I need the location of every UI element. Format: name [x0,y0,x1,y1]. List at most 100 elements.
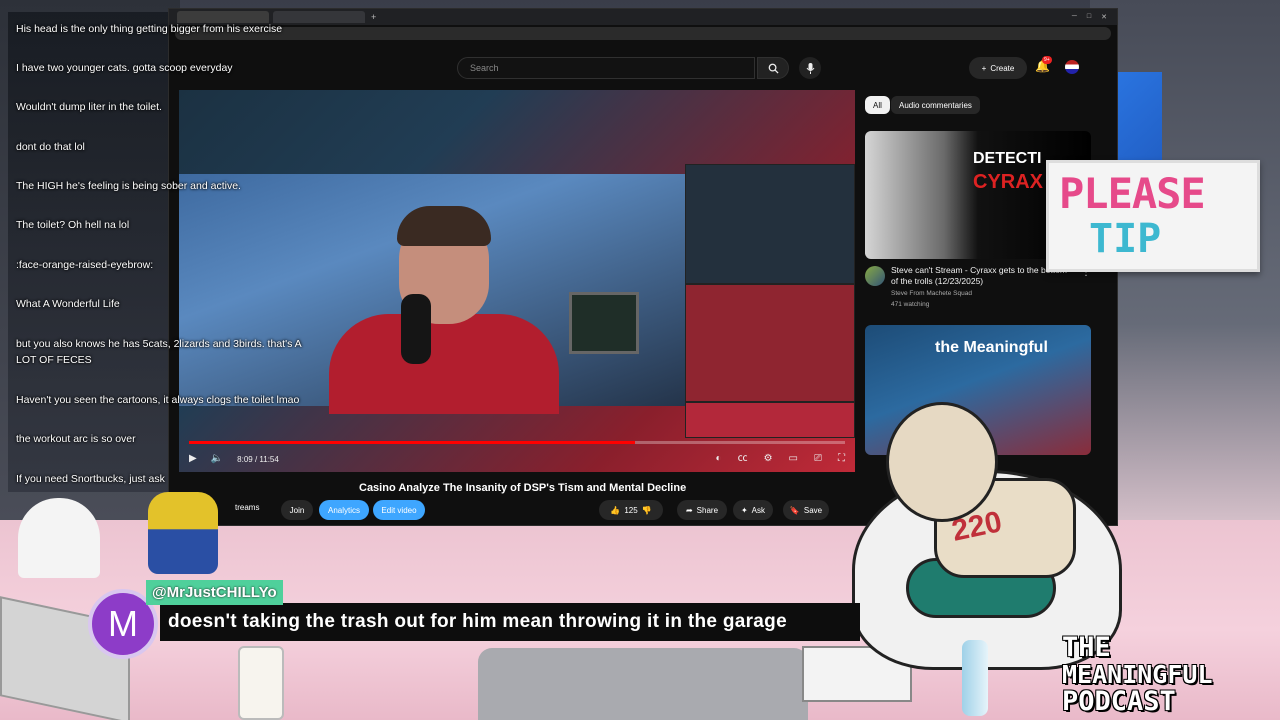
settings-gear-icon[interactable]: ⚙ [764,454,773,464]
share-label: Share [696,505,719,515]
podcast-logo-line: THE [1062,632,1111,663]
podcast-logo-line: MEANINGFUL [1062,660,1213,689]
channel-avatar[interactable] [865,266,885,286]
recommendation-channel[interactable]: Steve From Machete Squad [891,290,972,297]
please-tip-sign: PLEASE TIP [1046,160,1260,272]
thumbnail-text: the Meaningful [935,339,1048,356]
chat-message: :face-orange-raised-eyebrow: [16,258,338,274]
chat-message: What A Wonderful Life [16,297,338,313]
podcast-logo-line: PODCAST [1062,686,1176,717]
chip-audio-commentaries[interactable]: Audio commentaries [891,96,980,114]
tip-line-2: TIP [1089,216,1162,262]
chat-message: I have two younger cats. gotta scoop eve… [16,61,338,77]
pacman-ghost-decor [18,498,100,578]
create-label: Create [990,63,1015,73]
minimize-icon[interactable]: ─ [1072,13,1077,21]
video-title: Casino Analyze The Insanity of DSP's Tis… [359,482,687,494]
chat-message-text: The HIGH he's feeling is being sober and… [16,180,241,192]
ask-button[interactable]: ✦ Ask [733,500,773,520]
save-button[interactable]: 🔖 Save [783,500,829,520]
player-controls-right: ◐ ㏄ ⚙ ▭ ⎚ ⛶ [716,454,845,464]
bookmark-icon: 🔖 [789,505,800,515]
edit-video-label: Edit video [381,505,417,515]
chat-message: LOT OF FECES [16,353,338,369]
new-tab-icon[interactable]: + [371,12,376,22]
video-grid-cell [685,164,855,284]
share-button[interactable]: ➦ Share [677,500,727,520]
chat-message: dont do that lol [16,140,338,156]
podcast-microphone [401,294,431,364]
join-button[interactable]: Join [281,500,313,520]
save-label: Save [803,505,823,515]
chat-message-text: If you need Snortbucks, just ask [16,473,165,485]
search-input[interactable]: Search [457,57,755,79]
channel-name[interactable]: treams [235,503,259,512]
chat-message: Haven't you seen the cartoons, it always… [16,393,338,409]
featured-message-text: doesn't taking the trash out for him mea… [168,611,787,632]
close-icon[interactable]: ✕ [1101,13,1107,21]
create-button[interactable]: + Create [969,57,1027,79]
video-grid-cell [685,284,855,402]
cartoon-head [886,402,998,522]
chat-message: Wouldn't dump liter in the toilet. [16,100,338,116]
chat-message: If you need Snortbucks, just ask [16,472,338,488]
video-grid-cell [685,402,855,438]
search-icon [768,63,779,74]
chat-message-text: I have two younger cats. gotta scoop eve… [16,62,233,74]
thumbs-up-icon[interactable]: 👍 [610,506,620,515]
chip-all-label: All [873,100,882,110]
laptop [478,648,808,720]
featured-chat-message: doesn't taking the trash out for him mea… [160,603,860,641]
chat-message-text: His head is the only thing getting bigge… [16,23,283,35]
chat-message-text: the workout arc is so over [16,433,136,445]
chat-message: The toilet? Oh hell na lol [16,218,338,234]
water-bottle [962,640,988,716]
chat-message-text: What A Wonderful Life [16,298,120,310]
like-count: 125 [624,505,638,515]
chat-message-text: Wouldn't dump liter in the toilet. [16,101,162,113]
featured-username-text: @MrJustCHILLYo [152,584,277,601]
ask-label: Ask [751,505,766,515]
host-sweater [329,314,559,414]
podcast-logo: THE MEANINGFUL PODCAST [1062,634,1276,716]
sparkle-icon: ✦ [740,505,748,515]
cast-icon[interactable]: ⎚ [814,454,822,464]
chat-message-text: The toilet? Oh hell na lol [16,219,130,231]
thumbnail-text: CYRAX [973,171,1044,193]
featured-chat-username: @MrJustCHILLYo [146,580,283,605]
avatar-letter: M [108,603,138,644]
chat-message-text: LOT OF FECES [16,354,92,366]
account-avatar[interactable] [1065,60,1079,74]
like-dislike-button[interactable]: 👍 125 👎 [599,500,663,520]
analytics-label: Analytics [327,505,360,515]
recommendation-title[interactable]: Steve can't Stream - Cyraxx gets to the … [891,265,1071,286]
captions-icon[interactable]: ㏄ [738,454,748,464]
autoplay-toggle-icon[interactable]: ◐ [716,454,722,464]
fullscreen-icon[interactable]: ⛶ [838,454,845,464]
cream-tube [238,646,284,720]
chip-audio-label: Audio commentaries [899,100,972,110]
chat-message: His head is the only thing getting bigge… [16,22,338,38]
plus-icon: + [981,63,987,73]
voice-search-button[interactable] [799,57,821,79]
wolverine-figure [148,492,218,574]
chat-message-text: :face-orange-raised-eyebrow: [16,259,154,271]
miniplayer-icon[interactable]: ▭ [789,454,798,464]
notification-badge: 9+ [1042,56,1052,64]
edit-video-button[interactable]: Edit video [373,500,425,520]
share-icon: ➦ [685,505,693,515]
chip-all[interactable]: All [865,96,890,114]
thumbs-down-icon[interactable]: 👎 [642,506,652,515]
tree-picture-frame [569,292,639,354]
recommendation-viewers: 471 watching [891,301,930,308]
thumbnail-text: DETECTI [973,150,1042,167]
analytics-button[interactable]: Analytics [319,500,369,520]
maximize-icon[interactable]: □ [1087,13,1091,21]
join-label: Join [289,505,305,515]
tip-line-1: PLEASE [1059,169,1206,218]
search-button[interactable] [757,57,789,79]
chat-message: but you also knows he has 5cats, 2lizard… [16,337,338,353]
window-controls: ─ □ ✕ [1072,13,1117,21]
host-hair [397,206,491,246]
stream-chat: His head is the only thing getting bigge… [8,12,338,498]
